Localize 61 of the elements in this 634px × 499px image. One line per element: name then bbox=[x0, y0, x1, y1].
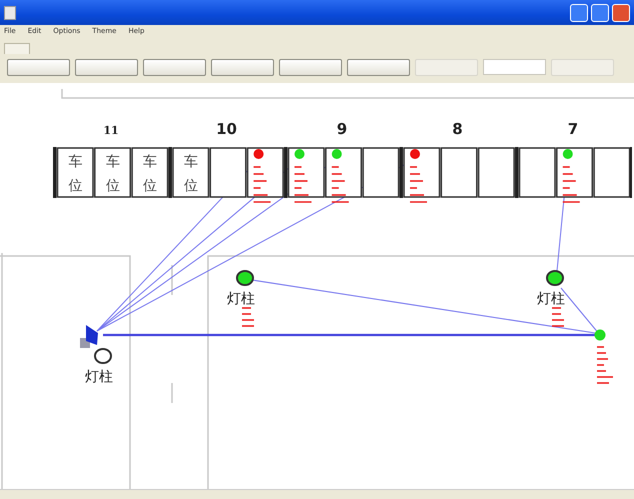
reading-marks-drawing bbox=[332, 166, 349, 203]
parking-slot[interactable] bbox=[131, 147, 168, 198]
parking-slot[interactable] bbox=[556, 147, 594, 198]
reading-marks-drawing bbox=[242, 307, 254, 327]
slot-label: 车位 bbox=[184, 154, 198, 194]
parking-slot[interactable] bbox=[440, 147, 478, 198]
divider-bar bbox=[53, 147, 56, 198]
parking-slot[interactable] bbox=[593, 147, 630, 198]
lamp-label: 灯柱 bbox=[537, 291, 565, 307]
parking-slot[interactable] bbox=[56, 147, 94, 198]
reading-marks-drawing bbox=[552, 307, 564, 327]
lamp-post-icon[interactable] bbox=[94, 348, 112, 364]
divider-bar bbox=[284, 147, 288, 198]
parking-slot[interactable] bbox=[288, 147, 325, 198]
node-dot[interactable] bbox=[594, 330, 606, 340]
minimize-button[interactable] bbox=[570, 4, 588, 22]
row-number: 11 bbox=[103, 124, 119, 137]
toolbar-button[interactable] bbox=[279, 58, 342, 76]
toolbar-button[interactable] bbox=[347, 58, 410, 76]
parking-slot[interactable] bbox=[94, 147, 132, 198]
slot-label: 车位 bbox=[68, 154, 82, 194]
maximize-button[interactable] bbox=[591, 4, 609, 22]
lamp-label: 灯柱 bbox=[85, 369, 113, 385]
sensor-dot[interactable] bbox=[294, 149, 304, 159]
reading-marks-drawing bbox=[294, 166, 312, 203]
divider-bar bbox=[400, 147, 403, 198]
toolbar-button[interactable] bbox=[7, 58, 70, 76]
row-number: 8 bbox=[452, 120, 463, 138]
divider-bar bbox=[168, 147, 172, 198]
row-number: 10 bbox=[216, 120, 237, 138]
parking-slot[interactable] bbox=[362, 147, 400, 198]
parking-slot[interactable] bbox=[403, 147, 440, 198]
parking-slot[interactable] bbox=[172, 147, 210, 198]
parking-slot[interactable] bbox=[325, 147, 362, 198]
row-number: 7 bbox=[568, 120, 578, 138]
slot-label: 车位 bbox=[143, 154, 158, 194]
sensor-dot[interactable] bbox=[410, 149, 420, 159]
toolbar-button[interactable] bbox=[211, 58, 274, 76]
scanner-icon[interactable] bbox=[80, 325, 98, 348]
lamp-label: 灯柱 bbox=[227, 291, 255, 307]
parking-slot[interactable] bbox=[478, 147, 515, 198]
parking-slot[interactable] bbox=[210, 147, 247, 198]
sensor-dot[interactable] bbox=[254, 149, 264, 159]
parking-slot[interactable] bbox=[518, 147, 556, 198]
lamp-post-icon[interactable] bbox=[236, 270, 254, 286]
close-button[interactable] bbox=[612, 4, 630, 22]
lamp-post-icon[interactable] bbox=[546, 270, 564, 286]
parking-slot[interactable] bbox=[246, 147, 284, 198]
toolbar-button[interactable] bbox=[143, 58, 206, 76]
reading-marks-drawing bbox=[410, 166, 427, 203]
slot-label: 车位 bbox=[106, 154, 120, 194]
app-icon bbox=[4, 6, 16, 20]
sensor-dot[interactable] bbox=[562, 149, 573, 159]
sensor-dot[interactable] bbox=[332, 149, 342, 159]
input-field[interactable] bbox=[483, 59, 546, 75]
toolbar-button[interactable] bbox=[75, 58, 138, 76]
row-number: 9 bbox=[336, 120, 348, 138]
reading-marks-drawing bbox=[597, 346, 613, 384]
divider-bar bbox=[515, 147, 518, 198]
reading-marks-drawing bbox=[562, 166, 580, 203]
reading-marks-drawing bbox=[254, 166, 271, 203]
